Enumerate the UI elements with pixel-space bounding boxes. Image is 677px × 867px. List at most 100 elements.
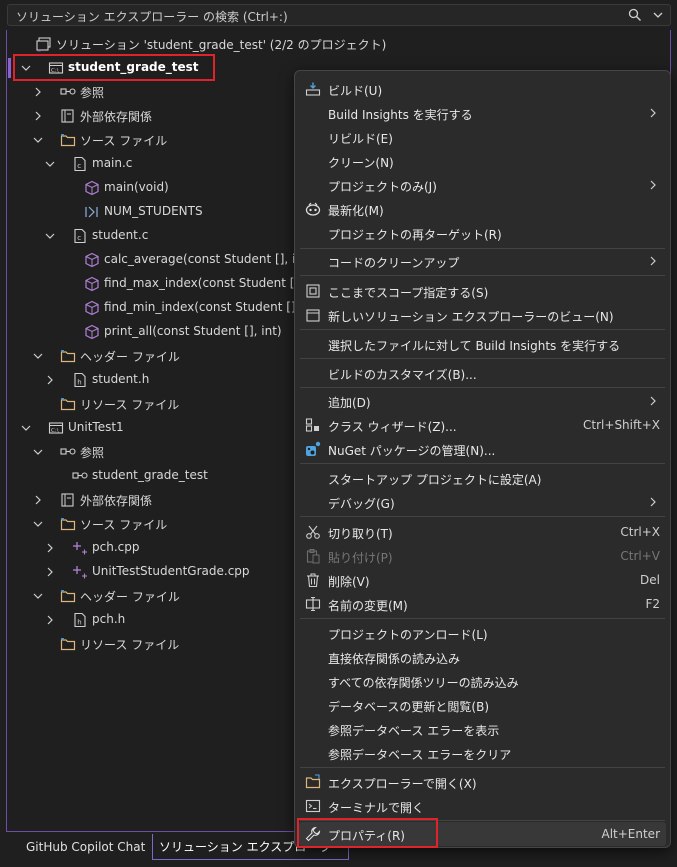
solution-label: ソリューション 'student_grade_test' (2/2 のプロジェク…	[56, 38, 387, 52]
menu-item-label: プロジェクトのアンロード(L)	[328, 628, 488, 642]
chevron-down-icon[interactable]	[20, 62, 32, 74]
chevron-down-icon[interactable]	[44, 158, 56, 170]
menu-item-project-only[interactable]: プロジェクトのみ(J)	[299, 173, 666, 197]
menu-separator	[300, 329, 665, 330]
menu-item-clean[interactable]: クリーン(N)	[299, 149, 666, 173]
solution-icon: ∞	[36, 37, 51, 52]
chevron-right-icon[interactable]	[44, 566, 56, 578]
tree-item-label: UnitTestStudentGrade.cpp	[92, 564, 250, 578]
chevron-down-icon[interactable]	[652, 9, 664, 21]
menu-separator	[300, 820, 665, 821]
menu-item-add[interactable]: 追加(D)	[299, 389, 666, 413]
menu-item-load-all-deps[interactable]: すべての依存関係ツリーの読み込み	[299, 669, 666, 693]
menu-item-new-view[interactable]: 新しいソリューション エクスプローラーのビュー(N)	[299, 303, 666, 327]
menu-item-shortcut: F2	[645, 597, 660, 611]
menu-item-shortcut: Ctrl+Shift+X	[583, 418, 660, 432]
search-input[interactable]: ソリューション エクスプローラー の検索 (Ctrl+:)	[7, 4, 671, 26]
menu-item-open-in-terminal[interactable]: ターミナルで開く	[299, 794, 666, 818]
tree-item-label: リソース ファイル	[80, 398, 180, 412]
menu-item-class-wizard[interactable]: クラス ウィザード(Z)... Ctrl+Shift+X	[299, 413, 666, 437]
menu-item-debug[interactable]: デバッグ(G)	[299, 490, 666, 514]
menu-item-rename[interactable]: 名前の変更(M) F2	[299, 592, 666, 616]
menu-separator	[300, 463, 665, 464]
menu-item-shortcut: Ctrl+X	[620, 525, 660, 539]
menu-item-clear-db-errors[interactable]: 参照データベース エラーをクリア	[299, 741, 666, 765]
menu-item-label: プロジェクトの再ターゲット(R)	[328, 228, 502, 242]
chevron-right-icon[interactable]	[32, 110, 44, 122]
menu-item-build-insights[interactable]: Build Insights を実行する	[299, 101, 666, 125]
chevron-down-icon[interactable]	[44, 230, 56, 242]
search-placeholder: ソリューション エクスプローラー の検索 (Ctrl+:)	[16, 10, 288, 24]
menu-item-rebuild[interactable]: リビルド(E)	[299, 125, 666, 149]
tree-item-label: student_grade_test	[68, 60, 199, 74]
terminal-icon	[305, 799, 321, 813]
external-deps-icon	[61, 493, 74, 507]
chevron-down-icon[interactable]	[20, 422, 32, 434]
menu-separator	[300, 275, 665, 276]
chevron-right-icon[interactable]	[32, 494, 44, 506]
menu-item-retarget[interactable]: プロジェクトの再ターゲット(R)	[299, 221, 666, 245]
menu-item-label: データベースの更新と閲覧(B)	[328, 700, 489, 714]
menu-item-code-cleanup[interactable]: コードのクリーンアップ	[299, 249, 666, 273]
rename-icon	[305, 597, 321, 611]
svg-text:c: c	[77, 234, 81, 242]
menu-item-label: 選択したファイルに対して Build Insights を実行する	[328, 339, 621, 353]
menu-item-properties[interactable]: プロパティ(R) Alt+Enter	[299, 822, 666, 846]
chevron-right-icon	[650, 180, 656, 190]
menu-item-build[interactable]: ビルド(U)	[299, 77, 666, 101]
menu-item-delete[interactable]: 削除(V) Del	[299, 568, 666, 592]
paste-icon	[306, 549, 320, 564]
chevron-right-icon[interactable]	[32, 86, 44, 98]
menu-item-modernize[interactable]: 最新化(M)	[299, 197, 666, 221]
folder-open-icon	[60, 350, 76, 363]
chevron-right-icon[interactable]	[44, 614, 56, 626]
svg-text:∞: ∞	[37, 48, 41, 52]
scope-icon	[306, 284, 320, 298]
menu-item-label: ビルド(U)	[328, 84, 383, 98]
solution-explorer-window: ソリューション エクスプローラー の検索 (Ctrl+:) ∞ ソリューション …	[0, 0, 677, 867]
chevron-right-icon[interactable]	[44, 374, 56, 386]
references-icon	[60, 88, 76, 95]
menu-item-load-direct-deps[interactable]: 直接依存関係の読み込み	[299, 645, 666, 669]
menu-item-scope-to-this[interactable]: ここまでスコープ指定する(S)	[299, 279, 666, 303]
menu-item-label: ターミナルで開く	[328, 801, 425, 815]
menu-item-set-startup[interactable]: スタートアップ プロジェクトに設定(A)	[299, 466, 666, 490]
menu-item-open-in-explorer[interactable]: エクスプローラーで開く(X)	[299, 770, 666, 794]
c-file-icon: c	[74, 228, 86, 244]
menu-item-run-build-insights-selected[interactable]: 選択したファイルに対して Build Insights を実行する	[299, 332, 666, 356]
chevron-right-icon	[650, 256, 656, 266]
build-icon	[305, 82, 321, 96]
chevron-down-icon[interactable]	[32, 590, 44, 602]
menu-item-label: リビルド(E)	[328, 132, 393, 146]
menu-item-cut[interactable]: 切り取り(T) Ctrl+X	[299, 520, 666, 544]
chevron-down-icon[interactable]	[32, 446, 44, 458]
chevron-down-icon[interactable]	[32, 518, 44, 530]
references-icon	[60, 448, 76, 455]
menu-item-unload-project[interactable]: プロジェクトのアンロード(L)	[299, 621, 666, 645]
menu-separator	[300, 516, 665, 517]
cpp-file-icon	[73, 566, 87, 579]
menu-item-nuget[interactable]: NuGet パッケージの管理(N)...	[299, 437, 666, 461]
folder-icon	[60, 398, 76, 411]
menu-item-label: NuGet パッケージの管理(N)...	[328, 444, 496, 458]
menu-item-label: すべての依存関係ツリーの読み込み	[328, 676, 519, 690]
menu-item-label: ビルドのカスタマイズ(B)...	[328, 368, 477, 382]
chevron-down-icon[interactable]	[32, 134, 44, 146]
menu-item-paste[interactable]: 貼り付け(P) Ctrl+V	[299, 544, 666, 568]
menu-item-label: 最新化(M)	[328, 204, 384, 218]
chevron-down-icon[interactable]	[32, 350, 44, 362]
tree-item-label: find_min_index(const Student [], int)	[104, 300, 324, 314]
wrench-icon	[305, 826, 321, 842]
menu-item-build-customizations[interactable]: ビルドのカスタマイズ(B)...	[299, 361, 666, 385]
tree-item-label: 外部依存関係	[80, 494, 153, 508]
menu-item-label: Build Insights を実行する	[328, 108, 473, 122]
folder-open-icon	[60, 590, 76, 603]
menu-item-show-db-errors[interactable]: 参照データベース エラーを表示	[299, 717, 666, 741]
tab-github-copilot-chat[interactable]: GitHub Copilot Chat	[20, 834, 151, 860]
menu-item-label: プロパティ(R)	[328, 829, 405, 843]
chevron-right-icon[interactable]	[44, 542, 56, 554]
search-icon[interactable]	[628, 8, 642, 22]
menu-item-rescan-database[interactable]: データベースの更新と閲覧(B)	[299, 693, 666, 717]
solution-node[interactable]: ∞ ソリューション 'student_grade_test' (2/2 のプロジ…	[0, 32, 677, 56]
function-icon	[85, 324, 99, 340]
